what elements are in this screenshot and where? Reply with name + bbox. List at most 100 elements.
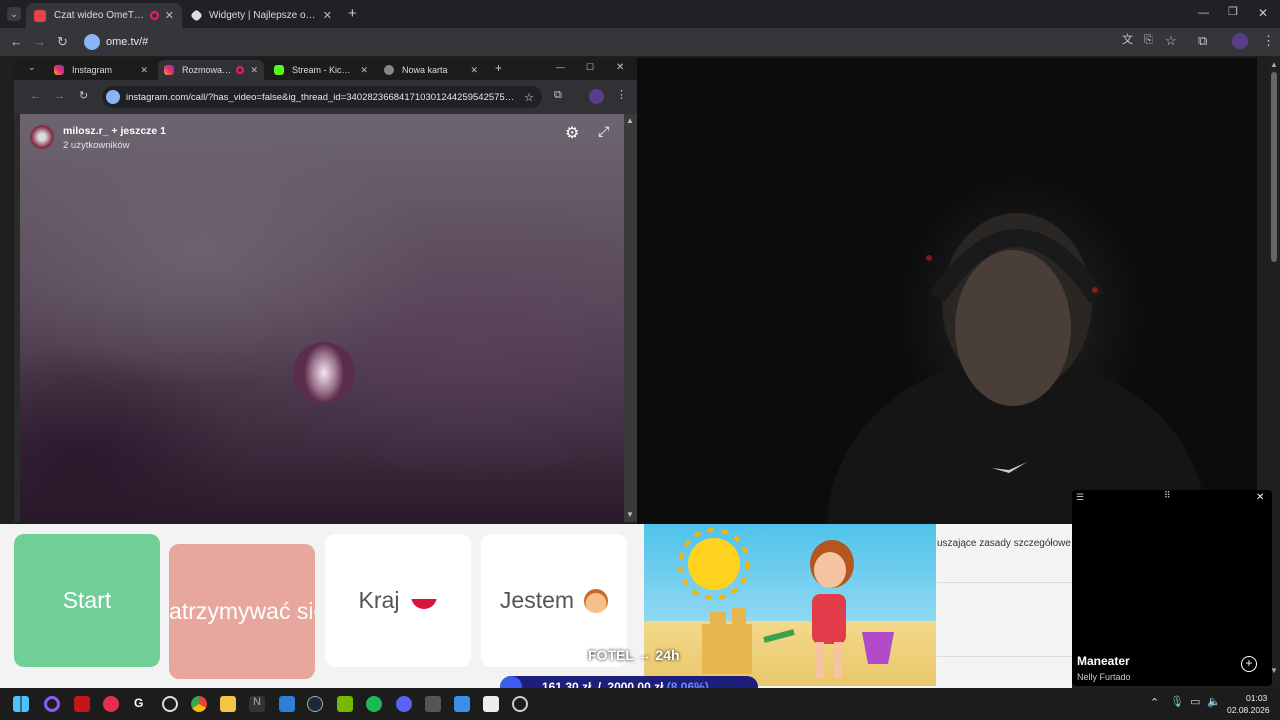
app-blue-icon[interactable]	[279, 696, 295, 712]
app-red-icon[interactable]	[74, 696, 90, 712]
clock-time[interactable]: 01:03	[1246, 693, 1267, 703]
inner-tab-instagram[interactable]: Instagram ✕	[48, 60, 154, 80]
tray-mic-icon[interactable]: 🎙	[1170, 695, 1184, 708]
inner-tab-label: Nowa karta	[402, 65, 448, 75]
kick-favicon-icon	[274, 65, 284, 75]
spotify-icon[interactable]	[366, 696, 382, 712]
caller-avatar	[293, 342, 355, 404]
site-info-icon[interactable]	[106, 90, 120, 104]
inner-tab-label: Stream - Kick Das	[292, 65, 355, 75]
profile-avatar[interactable]	[589, 89, 604, 104]
start-button-label: Start	[62, 587, 112, 613]
start-button[interactable]: Start	[14, 534, 160, 667]
reload-icon[interactable]: ↻	[57, 35, 68, 48]
outer-tab-widgety[interactable]: Widgety | Najlepsze oprogramo ✕	[184, 3, 340, 28]
chrome-icon[interactable]	[191, 696, 207, 712]
call-title: milosz.r_ + jeszcze 1	[63, 125, 167, 137]
webcam-video	[637, 58, 1257, 524]
close-tab-icon[interactable]: ✕	[250, 65, 258, 76]
profile-avatar[interactable]	[1232, 33, 1248, 49]
forward-icon[interactable]: →	[54, 91, 65, 102]
chrome-favicon-icon	[384, 65, 394, 75]
steam-icon[interactable]	[307, 696, 323, 712]
tab-search-icon[interactable]: ⌄	[28, 63, 36, 72]
translate-icon[interactable]: 文	[1122, 35, 1133, 46]
minimize-icon[interactable]: —	[556, 63, 565, 72]
fullscreen-icon[interactable]: ⤢	[598, 123, 609, 140]
rules-text: uszające zasady szczegółowe	[937, 538, 1071, 549]
app-active-icon[interactable]	[512, 696, 528, 712]
app-snip-icon[interactable]	[483, 696, 499, 712]
close-window-icon[interactable]: ✕	[616, 63, 624, 73]
app-gear-icon[interactable]	[162, 696, 178, 712]
recording-icon	[236, 66, 245, 74]
scroll-up-icon[interactable]: ▲	[1270, 60, 1278, 69]
back-icon[interactable]: ←	[30, 91, 41, 102]
site-info-icon[interactable]	[84, 34, 100, 50]
back-icon[interactable]: ←	[10, 35, 23, 48]
call-subtitle: 2 użytkowników	[63, 140, 130, 151]
inner-tab-strip: ⌄ Instagram ✕ Rozmowa na ✕ Stream - Kick…	[14, 58, 637, 80]
new-tab-button[interactable]: +	[495, 62, 502, 74]
restore-icon[interactable]: ☐	[586, 63, 594, 72]
close-tab-icon[interactable]: ✕	[165, 9, 174, 22]
address-bar[interactable]: instagram.com/call/?has_video=false&ig_t…	[102, 86, 542, 108]
ometv-controls: Start Zatrzymywać się Kraj Jestem uszają…	[0, 524, 1072, 688]
participant-avatar[interactable]	[30, 125, 54, 149]
close-tab-icon[interactable]: ✕	[360, 65, 368, 76]
app-n-icon[interactable]: N	[249, 696, 265, 712]
tab-search-icon[interactable]: ⌄	[7, 7, 21, 21]
music-widget: ☰ ⠿ ✕ Maneater Nelly Furtado +	[1072, 490, 1272, 686]
tray-display-icon[interactable]: ▭	[1190, 695, 1200, 708]
minimize-icon[interactable]: —	[1198, 8, 1209, 19]
restore-icon[interactable]: ❐	[1228, 7, 1238, 18]
tray-volume-icon[interactable]: 🔈	[1207, 695, 1221, 708]
app-photos-icon[interactable]	[454, 696, 470, 712]
menu-icon[interactable]: ⋮	[1262, 34, 1275, 47]
poland-flag-icon	[411, 592, 438, 609]
inner-tab-kick[interactable]: Stream - Kick Das ✕	[268, 60, 374, 80]
close-tab-icon[interactable]: ✕	[323, 9, 332, 22]
app-circle-icon[interactable]	[44, 696, 60, 712]
app-g-icon[interactable]: G	[134, 696, 150, 712]
close-window-icon[interactable]: ✕	[1258, 7, 1268, 19]
url-text: instagram.com/call/?has_video=false&ig_t…	[126, 91, 516, 103]
inner-tab-nowa-karta[interactable]: Nowa karta ✕	[378, 60, 484, 80]
tray-chevron-icon[interactable]: ⌃	[1150, 696, 1159, 709]
menu-icon[interactable]: ⋮	[616, 90, 627, 101]
country-button[interactable]: Kraj	[325, 534, 471, 667]
extensions-icon[interactable]: ⧉	[554, 90, 562, 101]
widget-settings-icon[interactable]: ☰	[1076, 492, 1084, 503]
cast-icon[interactable]: ⎘	[1144, 35, 1153, 46]
clock-date[interactable]: 02.08.2026	[1227, 705, 1270, 715]
close-tab-icon[interactable]: ✕	[140, 65, 148, 76]
recording-icon	[149, 11, 159, 20]
inner-scrollbar[interactable]: ▲ ▼	[624, 114, 637, 522]
bookmark-star-icon[interactable]: ☆	[524, 91, 534, 104]
discord-icon[interactable]	[396, 696, 412, 712]
nvidia-icon[interactable]	[337, 696, 353, 712]
windows-start-icon[interactable]	[13, 696, 29, 712]
extensions-icon[interactable]: ⧉	[1198, 34, 1207, 47]
country-button-label: Kraj	[358, 587, 400, 613]
url-text: ome.tv/#	[106, 36, 149, 48]
scroll-down-icon[interactable]: ▼	[626, 510, 634, 519]
settings-gear-icon[interactable]: ⚙	[565, 123, 579, 143]
forward-icon[interactable]: →	[33, 35, 46, 48]
inner-tab-rozmowa[interactable]: Rozmowa na ✕	[158, 60, 264, 80]
outer-tab-ometv[interactable]: Czat wideo OmeTV — alter ✕	[26, 3, 182, 28]
widget-drag-handle[interactable]: ⠿	[1164, 490, 1171, 501]
app-pink-icon[interactable]	[103, 696, 119, 712]
stop-button[interactable]: Zatrzymywać się	[169, 544, 315, 679]
bookmark-star-icon[interactable]: ☆	[1165, 34, 1177, 47]
reload-icon[interactable]: ↻	[79, 91, 88, 102]
close-tab-icon[interactable]: ✕	[470, 65, 478, 76]
scroll-thumb[interactable]	[1271, 72, 1277, 262]
address-bar[interactable]: ome.tv/#	[80, 31, 1110, 53]
add-track-icon[interactable]: +	[1241, 656, 1257, 672]
new-tab-button[interactable]: +	[348, 6, 357, 21]
scroll-up-icon[interactable]: ▲	[626, 116, 634, 125]
file-explorer-icon[interactable]	[220, 696, 236, 712]
widget-close-icon[interactable]: ✕	[1256, 492, 1264, 503]
calculator-icon[interactable]	[425, 696, 441, 712]
